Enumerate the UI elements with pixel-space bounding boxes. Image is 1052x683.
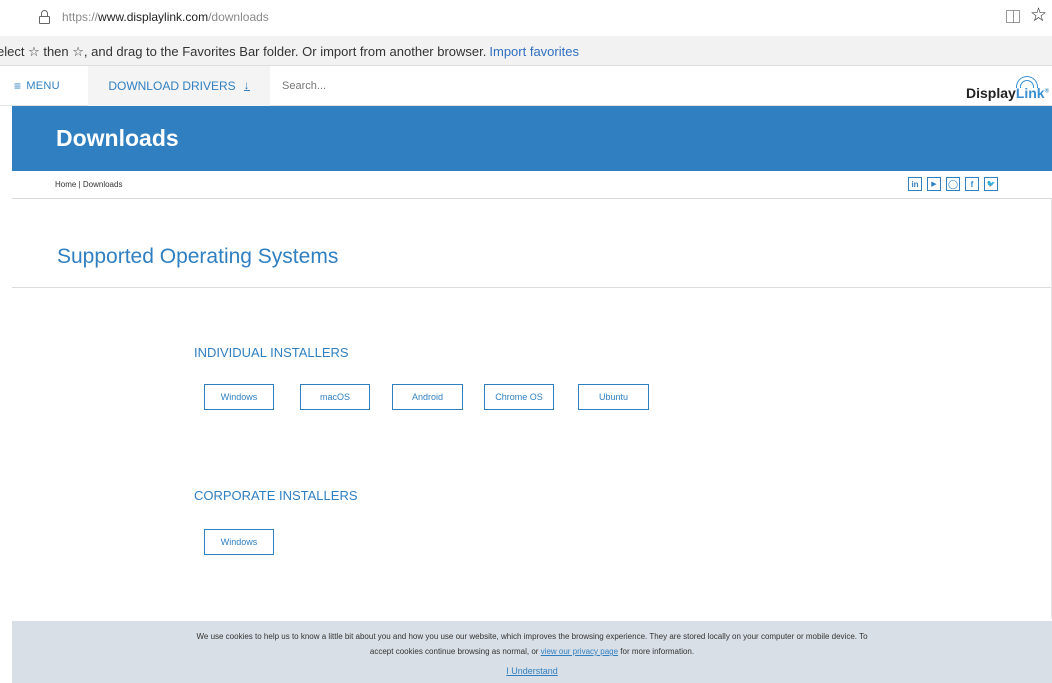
download-drivers-label: DOWNLOAD DRIVERS bbox=[108, 79, 236, 93]
favorites-hint-text: elect ☆ then ☆, and drag to the Favorite… bbox=[0, 44, 487, 59]
menu-button[interactable]: ≡ MENU bbox=[14, 66, 88, 106]
section-title: Supported Operating Systems bbox=[57, 245, 339, 268]
lock-icon bbox=[39, 10, 50, 24]
browser-address-bar: https://www.displaylink.com/downloads ☆ bbox=[0, 0, 1052, 36]
reading-view-icon[interactable] bbox=[1006, 10, 1020, 23]
menu-label: MENU bbox=[26, 80, 60, 92]
logo-wordmark: DisplayLink® bbox=[966, 85, 1049, 101]
url-host: www.displaylink.com bbox=[98, 10, 209, 24]
twitter-icon[interactable]: 🐦 bbox=[984, 177, 998, 191]
displaylink-logo[interactable]: DisplayLink® bbox=[966, 76, 1049, 102]
cookie-banner: We use cookies to help us to know a litt… bbox=[12, 621, 1052, 683]
favorites-message: elect ☆ then ☆, and drag to the Favorite… bbox=[0, 44, 579, 60]
corporate-installers-title: CORPORATE INSTALLERS bbox=[194, 488, 358, 503]
site-nav: ≡ MENU DOWNLOAD DRIVERS ↓ bbox=[0, 66, 1052, 106]
download-drivers-button[interactable]: DOWNLOAD DRIVERS ↓ bbox=[88, 66, 270, 106]
main-content: Supported Operating Systems INDIVIDUAL I… bbox=[12, 199, 1052, 619]
search-input[interactable] bbox=[282, 76, 582, 96]
logo-link-text: Link bbox=[1015, 85, 1045, 101]
cookie-line2-suffix: for more information. bbox=[620, 647, 695, 656]
refresh-icon[interactable]: ◯ bbox=[946, 177, 960, 191]
page-title: Downloads bbox=[56, 125, 179, 151]
individual-android-button[interactable]: Android bbox=[392, 384, 463, 410]
youtube-icon[interactable]: ▶ bbox=[927, 177, 941, 191]
favorites-bar: elect ☆ then ☆, and drag to the Favorite… bbox=[0, 36, 1052, 66]
download-arrow-icon: ↓ bbox=[243, 78, 250, 92]
corporate-windows-button[interactable]: Windows bbox=[204, 529, 274, 555]
logo-display-text: Display bbox=[966, 85, 1016, 101]
logo-registered-mark: ® bbox=[1044, 88, 1050, 95]
section-divider bbox=[12, 287, 1052, 288]
individual-chromeos-button[interactable]: Chrome OS bbox=[484, 384, 554, 410]
cookie-line2-prefix: accept cookies continue browsing as norm… bbox=[369, 647, 539, 656]
individual-windows-button[interactable]: Windows bbox=[204, 384, 274, 410]
breadcrumb[interactable]: Home | Downloads bbox=[55, 180, 122, 189]
url-path: /downloads bbox=[208, 10, 269, 24]
page-banner: Downloads bbox=[12, 106, 1052, 171]
cookie-text-line2: accept cookies continue browsing as norm… bbox=[12, 647, 1052, 656]
hamburger-icon: ≡ bbox=[14, 79, 22, 93]
url-scheme: https:// bbox=[62, 10, 99, 24]
cookie-accept-link[interactable]: I Understand bbox=[12, 666, 1052, 676]
facebook-icon[interactable]: f bbox=[965, 177, 979, 191]
import-favorites-link[interactable]: Import favorites bbox=[489, 44, 579, 59]
individual-macos-button[interactable]: macOS bbox=[300, 384, 370, 410]
cookie-text-line1: We use cookies to help us to know a litt… bbox=[196, 632, 868, 641]
privacy-page-link[interactable]: view our privacy page bbox=[541, 647, 618, 656]
favorite-star-icon[interactable]: ☆ bbox=[1030, 4, 1047, 27]
breadcrumb-row: Home | Downloads in ▶ ◯ f 🐦 bbox=[12, 171, 1052, 199]
individual-installers-title: INDIVIDUAL INSTALLERS bbox=[194, 345, 349, 360]
linkedin-icon[interactable]: in bbox=[908, 177, 922, 191]
url-field[interactable]: https://www.displaylink.com/downloads bbox=[62, 10, 269, 24]
individual-ubuntu-button[interactable]: Ubuntu bbox=[578, 384, 649, 410]
